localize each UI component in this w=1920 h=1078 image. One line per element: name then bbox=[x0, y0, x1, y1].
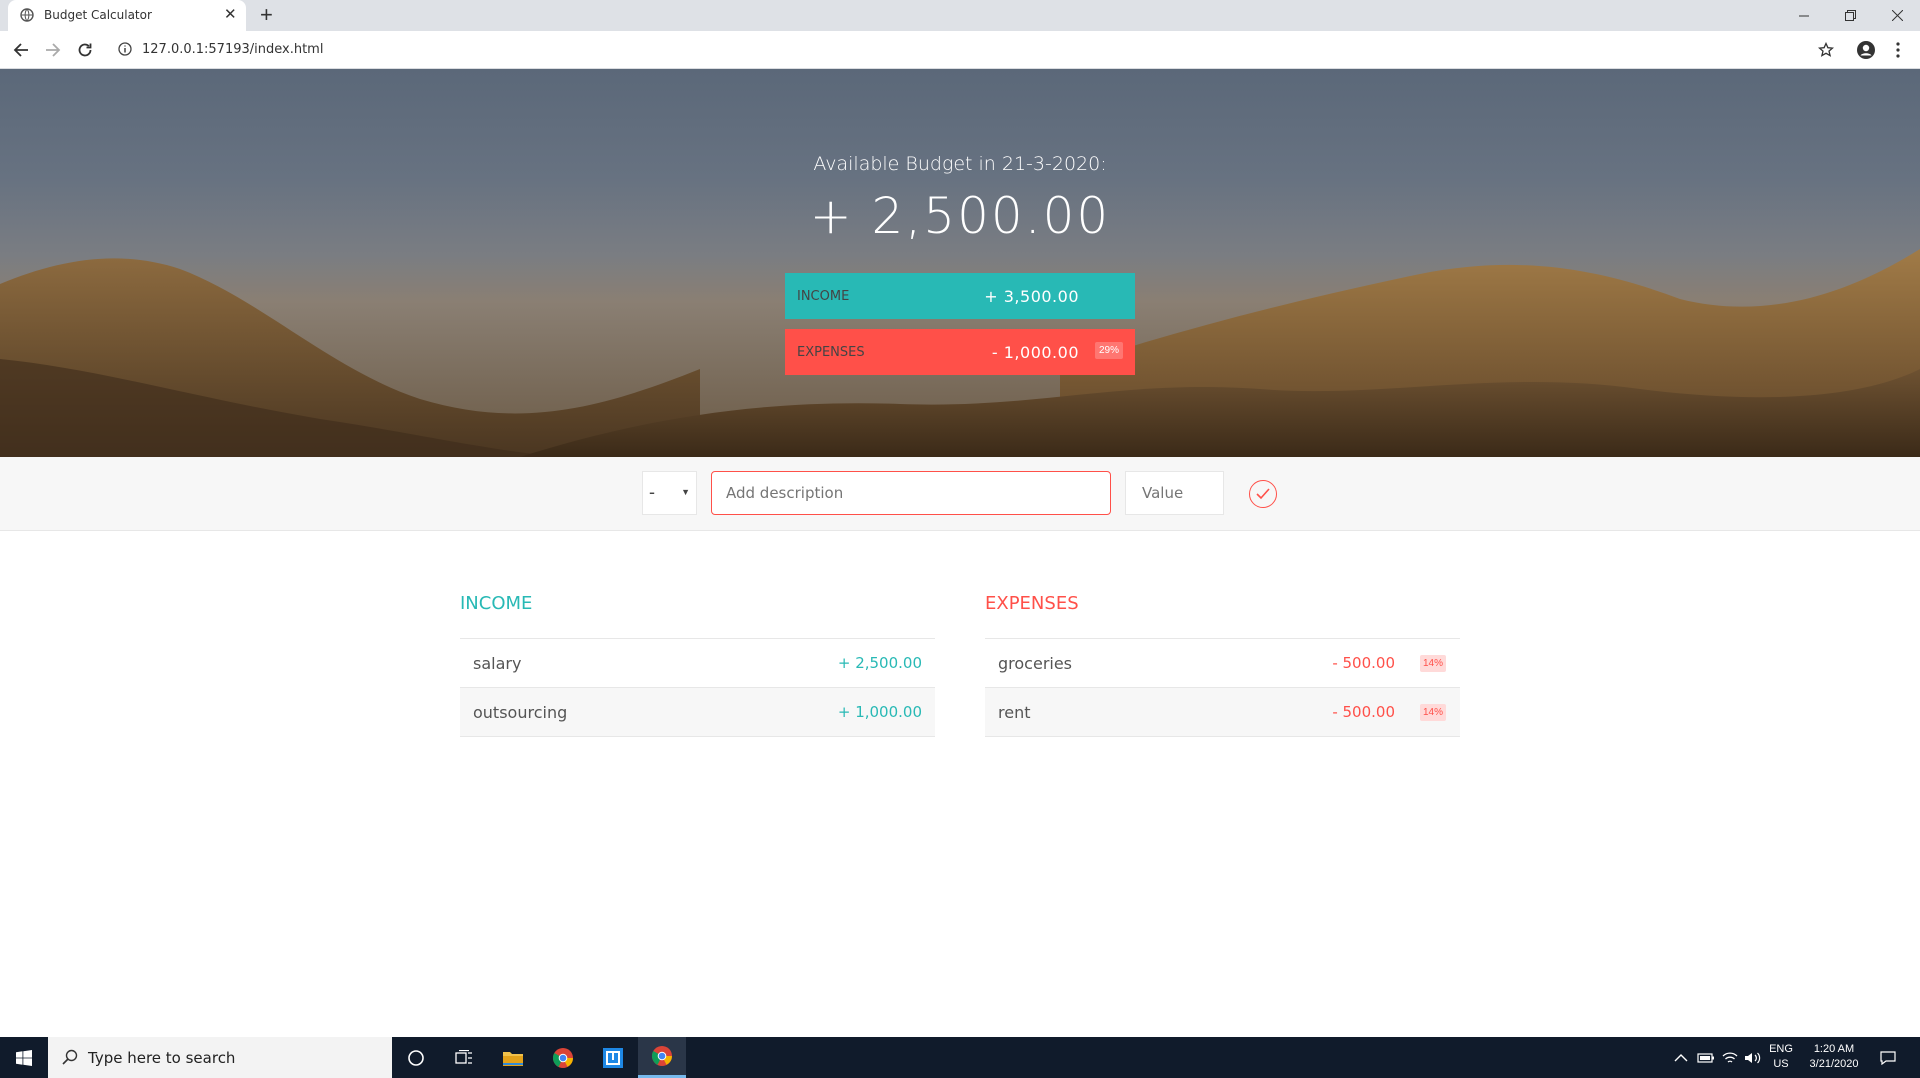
windows-taskbar: Type here to search ENG US 1:20 AM 3/21/… bbox=[0, 1037, 1920, 1078]
search-icon bbox=[62, 1049, 78, 1070]
info-icon[interactable] bbox=[118, 42, 132, 56]
income-summary-label: Income bbox=[797, 288, 850, 304]
close-tab-icon[interactable]: ✕ bbox=[224, 6, 237, 23]
url-text: 127.0.0.1:57193/index.html bbox=[142, 42, 324, 57]
expense-item-description: groceries bbox=[998, 653, 1073, 673]
chrome-active-icon[interactable] bbox=[638, 1037, 686, 1078]
menu-dots-icon[interactable] bbox=[1888, 40, 1908, 60]
dropdown-caret-icon: ▼ bbox=[681, 487, 690, 497]
back-arrow-icon[interactable] bbox=[10, 39, 32, 61]
address-bar[interactable]: 127.0.0.1:57193/index.html bbox=[110, 34, 1830, 64]
expenses-summary: Expenses - 1,000.00 29% bbox=[785, 329, 1135, 375]
expenses-summary-value: - 1,000.00 bbox=[991, 342, 1079, 362]
chevron-up-icon[interactable] bbox=[1674, 1037, 1688, 1078]
taskbar-search-placeholder: Type here to search bbox=[88, 1049, 236, 1067]
value-input[interactable] bbox=[1125, 471, 1224, 515]
windows-start-icon[interactable] bbox=[0, 1037, 48, 1078]
expenses-percentage-badge: 29% bbox=[1094, 342, 1123, 359]
file-explorer-icon[interactable] bbox=[489, 1037, 537, 1078]
minimize-icon[interactable] bbox=[1781, 0, 1827, 31]
browser-toolbar: 127.0.0.1:57193/index.html bbox=[0, 31, 1920, 69]
new-tab-icon[interactable]: + bbox=[260, 3, 273, 27]
tab-title: Budget Calculator bbox=[44, 8, 152, 22]
clock-time: 1:20 AM bbox=[1813, 1043, 1855, 1055]
available-budget-title: Available Budget in 21-3-2020: bbox=[813, 153, 1107, 175]
income-item-description: outsourcing bbox=[473, 702, 568, 722]
available-budget-value: + 2,500.00 bbox=[809, 187, 1111, 245]
expenses-summary-label: Expenses bbox=[797, 344, 865, 360]
expenses-list-title: Expenses bbox=[985, 593, 1460, 639]
cortana-icon[interactable] bbox=[392, 1037, 440, 1078]
expense-item-value: - 500.00 bbox=[1332, 654, 1395, 672]
region-code: US bbox=[1773, 1058, 1789, 1070]
description-input[interactable] bbox=[711, 471, 1111, 515]
income-summary-value: + 3,500.00 bbox=[984, 286, 1079, 306]
notifications-icon[interactable] bbox=[1880, 1037, 1896, 1078]
add-item-button[interactable] bbox=[1249, 480, 1277, 508]
expense-item-percentage: 14% bbox=[1419, 654, 1446, 672]
task-view-icon[interactable] bbox=[440, 1037, 488, 1078]
expense-item-value: - 500.00 bbox=[1332, 703, 1395, 721]
volume-icon[interactable] bbox=[1744, 1037, 1762, 1078]
bookmark-star-icon[interactable] bbox=[1816, 40, 1836, 60]
battery-icon[interactable] bbox=[1697, 1037, 1715, 1078]
income-list-title: Income bbox=[460, 593, 935, 639]
budget-hero: Available Budget in 21-3-2020: + 2,500.0… bbox=[0, 69, 1920, 457]
type-select-value: - bbox=[649, 482, 655, 502]
checkmark-icon bbox=[1256, 488, 1270, 500]
expense-item-percentage: 14% bbox=[1419, 703, 1446, 721]
expense-item-description: rent bbox=[998, 702, 1031, 722]
reload-icon[interactable] bbox=[74, 39, 96, 61]
income-item-value: + 1,000.00 bbox=[837, 703, 922, 721]
income-summary: Income + 3,500.00 bbox=[785, 273, 1135, 319]
globe-icon bbox=[20, 8, 34, 22]
hills-background bbox=[0, 249, 1920, 457]
browser-tab[interactable]: Budget Calculator ✕ bbox=[8, 0, 246, 31]
language-code: ENG bbox=[1769, 1043, 1793, 1055]
browser-tab-strip: Budget Calculator ✕ + bbox=[0, 0, 1920, 31]
clock-date: 3/21/2020 bbox=[1809, 1058, 1859, 1070]
app-icon[interactable] bbox=[589, 1037, 637, 1078]
type-select[interactable]: - ▼ bbox=[642, 471, 697, 515]
taskbar-search-box[interactable]: Type here to search bbox=[48, 1037, 392, 1078]
expense-item[interactable]: groceries - 500.00 14% bbox=[985, 639, 1460, 688]
profile-avatar-icon[interactable] bbox=[1856, 40, 1876, 60]
language-indicator[interactable]: ENG US bbox=[1766, 1042, 1796, 1072]
income-item[interactable]: salary + 2,500.00 bbox=[460, 639, 935, 688]
wifi-icon[interactable] bbox=[1722, 1037, 1738, 1078]
forward-arrow-icon[interactable] bbox=[42, 39, 64, 61]
income-list: Income salary + 2,500.00 outsourcing + 1… bbox=[460, 593, 935, 737]
chrome-icon[interactable] bbox=[539, 1037, 587, 1078]
restore-icon[interactable] bbox=[1827, 0, 1873, 31]
income-item-description: salary bbox=[473, 653, 522, 673]
page-viewport: Available Budget in 21-3-2020: + 2,500.0… bbox=[0, 69, 1920, 1037]
taskbar-clock[interactable]: 1:20 AM 3/21/2020 bbox=[1800, 1042, 1868, 1072]
add-item-bar: - ▼ bbox=[0, 457, 1920, 531]
income-item[interactable]: outsourcing + 1,000.00 bbox=[460, 688, 935, 737]
close-window-icon[interactable] bbox=[1874, 0, 1920, 31]
expense-item[interactable]: rent - 500.00 14% bbox=[985, 688, 1460, 737]
expenses-list: Expenses groceries - 500.00 14% rent - 5… bbox=[985, 593, 1460, 737]
income-item-value: + 2,500.00 bbox=[837, 654, 922, 672]
